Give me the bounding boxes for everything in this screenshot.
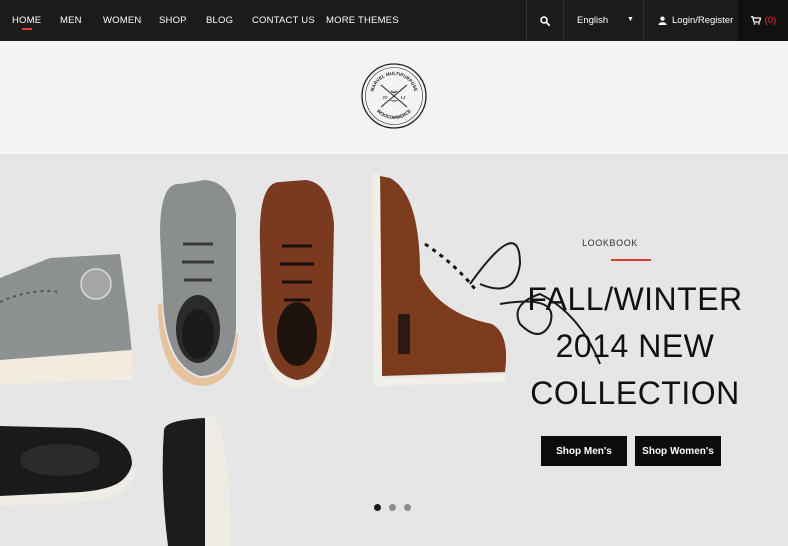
login-register-link[interactable]: Login/Register <box>643 0 738 41</box>
lookbook-label: LOOKBOOK <box>582 238 638 248</box>
headline-line-1: FALL/WINTER <box>527 281 743 317</box>
headline-line-2: 2014 NEW <box>555 328 715 364</box>
language-selector[interactable]: English ▼ <box>563 0 643 41</box>
user-icon <box>658 16 667 25</box>
accent-divider <box>611 259 651 261</box>
nav-item-contact-us[interactable]: CONTACT US <box>252 0 315 41</box>
nav-item-blog[interactable]: BLOG <box>206 0 233 41</box>
cart-icon <box>750 16 761 25</box>
logo-top-text: MARVEL MULTIPURPOSE <box>370 71 419 92</box>
nav-item-shop[interactable]: SHOP <box>159 0 187 41</box>
brown-leather-boot <box>258 180 336 388</box>
logo-band: MARVEL MULTIPURPOSE WOOCOMMERCE 20 14 <box>0 41 788 154</box>
site-logo[interactable]: MARVEL MULTIPURPOSE WOOCOMMERCE 20 14 <box>361 63 427 129</box>
grey-suede-boot <box>158 180 238 386</box>
nav-item-women[interactable]: WOMEN <box>103 0 141 41</box>
slider-dot-2[interactable] <box>389 504 396 511</box>
search-icon <box>540 15 550 26</box>
svg-text:MARVEL MULTIPURPOSE: MARVEL MULTIPURPOSE <box>370 71 419 92</box>
headline-line-3: COLLECTION <box>530 375 740 411</box>
logo-year-left: 20 <box>382 95 388 100</box>
shop-womens-button[interactable]: Shop Women's <box>635 436 721 466</box>
nav-item-more-themes[interactable]: MORE THEMES <box>326 0 399 41</box>
slider-dot-1[interactable] <box>374 504 381 511</box>
language-label: English <box>577 15 609 26</box>
grey-suede-boot-left <box>0 254 133 384</box>
search-button[interactable] <box>526 0 563 41</box>
cart-button[interactable]: (0) <box>738 0 788 41</box>
nav-item-men[interactable]: MEN <box>60 0 82 41</box>
cart-count: (0) <box>764 15 777 26</box>
header-tools: English ▼ Login/Register (0) <box>526 0 788 41</box>
black-shoe-center <box>162 416 231 546</box>
hero-slider: LOOKBOOK FALL/WINTER 2014 NEW COLLECTION… <box>0 154 788 546</box>
black-shoe-left <box>0 426 136 506</box>
logo-bottom-text: WOOCOMMERCE <box>376 108 412 120</box>
slider-dot-3[interactable] <box>404 504 411 511</box>
slider-pagination <box>374 504 411 511</box>
login-register-label: Login/Register <box>672 15 734 26</box>
shop-mens-button[interactable]: Shop Men's <box>541 436 627 466</box>
logo-year-right: 14 <box>400 95 406 100</box>
hero-headline: FALL/WINTER 2014 NEW COLLECTION <box>510 276 760 417</box>
top-navigation-bar: HOME MEN WOMEN SHOP BLOG CONTACT US MORE… <box>0 0 788 41</box>
nav-item-home[interactable]: HOME <box>12 0 41 41</box>
caret-down-icon: ▼ <box>627 16 634 23</box>
svg-text:WOOCOMMERCE: WOOCOMMERCE <box>376 108 412 120</box>
brown-leather-boot-side <box>372 174 507 386</box>
